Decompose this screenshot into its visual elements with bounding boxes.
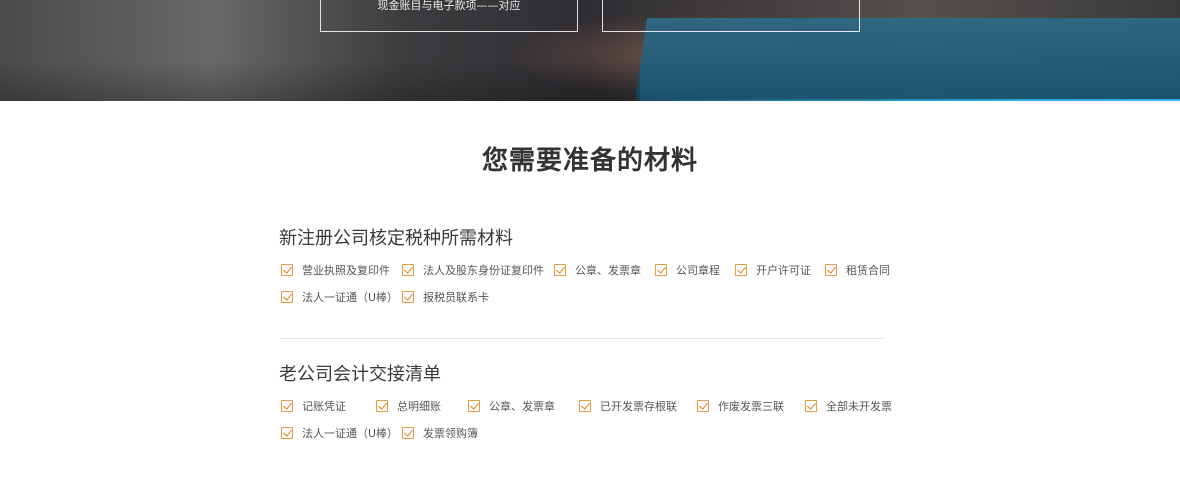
checkbox-checked-icon [402, 264, 414, 276]
checklist-item-label: 作废发票三联 [718, 400, 784, 413]
checklist-item-label: 公章、发票章 [489, 400, 555, 413]
checklist-item-label: 开户许可证 [756, 264, 811, 277]
checkbox-checked-icon [697, 400, 709, 412]
checklist-item: 报税员联系卡 [402, 290, 489, 304]
section-title: 您需要准备的材料 [481, 146, 698, 176]
checklist-item: 公章、发票章 [468, 399, 555, 413]
checklist-item-label: 发票领购簿 [423, 427, 478, 440]
banner-photo-shadow [0, 60, 640, 101]
checklist: 记账凭证 总明细账 公章、发票章 已开发票存根联 作废发票三联 全部未开发票 法… [279, 399, 899, 459]
checklist-item: 法人及股东身份证复印件 [402, 263, 544, 277]
materials-group-new-company: 新注册公司核定税种所需材料 营业执照及复印件 法人及股东身份证复印件 公章、发票… [279, 227, 899, 323]
hero-banner: 现金账目与电子款项——对应 [0, 0, 1180, 101]
checklist: 营业执照及复印件 法人及股东身份证复印件 公章、发票章 公司章程 开户许可证 租… [279, 263, 899, 323]
checklist-item: 发票领购簿 [402, 426, 478, 440]
checklist-item: 公章、发票章 [554, 263, 641, 277]
checklist-item-label: 营业执照及复印件 [302, 264, 390, 277]
checklist-item-label: 法人一证通（U棒） [302, 291, 399, 304]
checklist-item: 公司章程 [655, 263, 720, 277]
checkbox-checked-icon [579, 400, 591, 412]
checkbox-checked-icon [825, 264, 837, 276]
checklist-item-label: 租赁合同 [846, 264, 890, 277]
checkbox-checked-icon [554, 264, 566, 276]
checklist-item-label: 法人一证通（U棒） [302, 427, 399, 440]
section-divider [281, 338, 884, 339]
banner-feature-box-right [602, 0, 860, 32]
checkbox-checked-icon [402, 427, 414, 439]
checklist-item: 法人一证通（U棒） [281, 290, 398, 304]
checkbox-checked-icon [281, 264, 293, 276]
checkbox-checked-icon [281, 400, 293, 412]
checkbox-checked-icon [735, 264, 747, 276]
materials-group-old-company: 老公司会计交接清单 记账凭证 总明细账 公章、发票章 已开发票存根联 作废发票三… [279, 363, 899, 459]
checklist-item-label: 记账凭证 [302, 400, 346, 413]
checkbox-checked-icon [468, 400, 480, 412]
checklist-item: 开户许可证 [735, 263, 811, 277]
checklist-item-label: 总明细账 [397, 400, 441, 413]
checkbox-checked-icon [655, 264, 667, 276]
checkbox-checked-icon [376, 400, 388, 412]
banner-accent-line [0, 99, 1180, 101]
checklist-item-label: 公司章程 [676, 264, 720, 277]
checklist-item-label: 报税员联系卡 [423, 291, 489, 304]
checklist-item: 法人一证通（U棒） [281, 426, 398, 440]
checklist-item: 全部未开发票 [805, 399, 892, 413]
checklist-item: 作废发票三联 [697, 399, 784, 413]
group-title: 新注册公司核定税种所需材料 [279, 228, 513, 249]
banner-feature-box-left: 现金账目与电子款项——对应 [320, 0, 578, 32]
checklist-item: 记账凭证 [281, 399, 346, 413]
checkbox-checked-icon [281, 291, 293, 303]
banner-feature-text: 现金账目与电子款项——对应 [377, 0, 521, 12]
checklist-item: 总明细账 [376, 399, 441, 413]
checklist-item-label: 法人及股东身份证复印件 [423, 264, 544, 277]
checklist-item: 已开发票存根联 [579, 399, 677, 413]
checklist-item: 租赁合同 [825, 263, 890, 277]
checklist-item-label: 全部未开发票 [826, 400, 892, 413]
checklist-item-label: 公章、发票章 [575, 264, 641, 277]
checklist-item-label: 已开发票存根联 [600, 400, 677, 413]
checkbox-checked-icon [281, 427, 293, 439]
checkbox-checked-icon [402, 291, 414, 303]
group-title: 老公司会计交接清单 [279, 364, 441, 385]
checklist-item: 营业执照及复印件 [281, 263, 390, 277]
checkbox-checked-icon [805, 400, 817, 412]
